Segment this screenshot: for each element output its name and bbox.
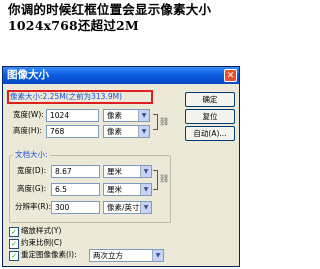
chevron-down-icon: ▼: [152, 250, 163, 261]
height-unit-value: 像素: [107, 127, 122, 136]
caption: 你调的时候红框位置会显示像素大小 1024x768还超过2M: [8, 2, 240, 34]
chevron-down-icon: ▼: [140, 184, 151, 195]
image-size-dialog: 图像大小 ✕ 像素大小:2.25M(之前为313.9M) 宽度(W): 1024…: [2, 66, 240, 267]
width-input[interactable]: 1024: [46, 109, 99, 122]
chevron-down-icon: ▼: [138, 110, 149, 121]
doc-height-unit-select[interactable]: 厘米 ▼: [103, 183, 152, 196]
link-bracket: [153, 114, 158, 130]
doc-width-input[interactable]: 8.67: [51, 165, 100, 178]
constrain-label: 约束比例(C): [21, 238, 63, 247]
doc-height-unit-value: 厘米: [107, 185, 122, 194]
height-label: 高度(H):: [13, 126, 43, 135]
height-unit-select[interactable]: 像素 ▼: [103, 125, 150, 138]
constrain-checkbox[interactable]: ✓: [9, 239, 19, 249]
doc-size-label: 文档大小:: [13, 150, 50, 160]
doc-height-input[interactable]: 6.5: [51, 183, 100, 196]
doc-width-unit-value: 厘米: [107, 167, 122, 176]
resample-checkbox[interactable]: ✓: [9, 251, 19, 261]
auto-button[interactable]: 自动(A)...: [185, 126, 235, 141]
scale-styles-label: 缩放样式(Y): [21, 226, 62, 235]
doc-link-bracket: [153, 170, 158, 190]
width-unit-select[interactable]: 像素 ▼: [103, 109, 150, 122]
dialog-titlebar[interactable]: 图像大小 ✕: [3, 67, 239, 84]
doc-height-label: 高度(G):: [17, 184, 47, 193]
resample-value: 两次立方: [93, 251, 123, 260]
caption-line-1: 你调的时候红框位置会显示像素大小: [8, 2, 212, 17]
doc-width-label: 宽度(D):: [17, 166, 47, 175]
ok-button[interactable]: 确定: [185, 92, 235, 107]
chevron-down-icon: ▼: [140, 166, 151, 177]
highlight-box: [7, 90, 153, 104]
height-input[interactable]: 768: [46, 125, 99, 138]
chevron-down-icon: ▼: [138, 126, 149, 137]
width-label: 宽度(W):: [13, 110, 44, 119]
scale-styles-checkbox[interactable]: ✓: [9, 227, 19, 237]
chain-link-icon: ⛓: [159, 174, 170, 183]
resolution-input[interactable]: 300: [51, 201, 100, 214]
caption-line-2: 1024x768还超过2M: [8, 18, 139, 33]
doc-width-unit-select[interactable]: 厘米 ▼: [103, 165, 152, 178]
chevron-down-icon: ▼: [140, 202, 151, 213]
close-icon[interactable]: ✕: [224, 69, 237, 82]
resolution-label: 分辨率(R):: [15, 202, 52, 211]
width-unit-value: 像素: [107, 111, 122, 120]
chain-link-icon: ⛓: [159, 117, 170, 126]
resample-label: 重定图像像素(I):: [21, 250, 77, 259]
reset-button[interactable]: 复位: [185, 109, 235, 124]
dialog-title: 图像大小: [7, 69, 49, 81]
resample-select[interactable]: 两次立方 ▼: [89, 249, 164, 262]
resolution-unit-value: 像素/英寸: [107, 203, 140, 212]
resolution-unit-select[interactable]: 像素/英寸 ▼: [103, 201, 152, 214]
